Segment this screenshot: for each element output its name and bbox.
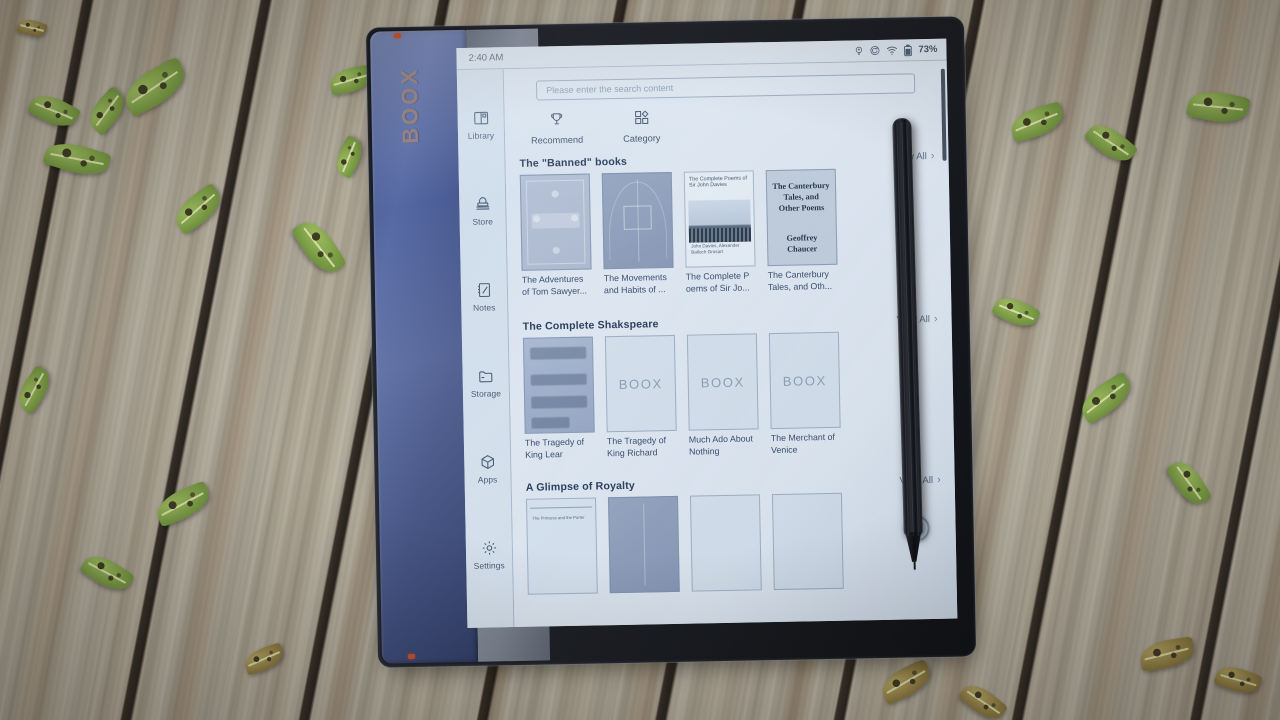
photo-vignette xyxy=(0,0,1280,720)
photo-scene: BOOX 2:40 AM xyxy=(0,0,1280,720)
